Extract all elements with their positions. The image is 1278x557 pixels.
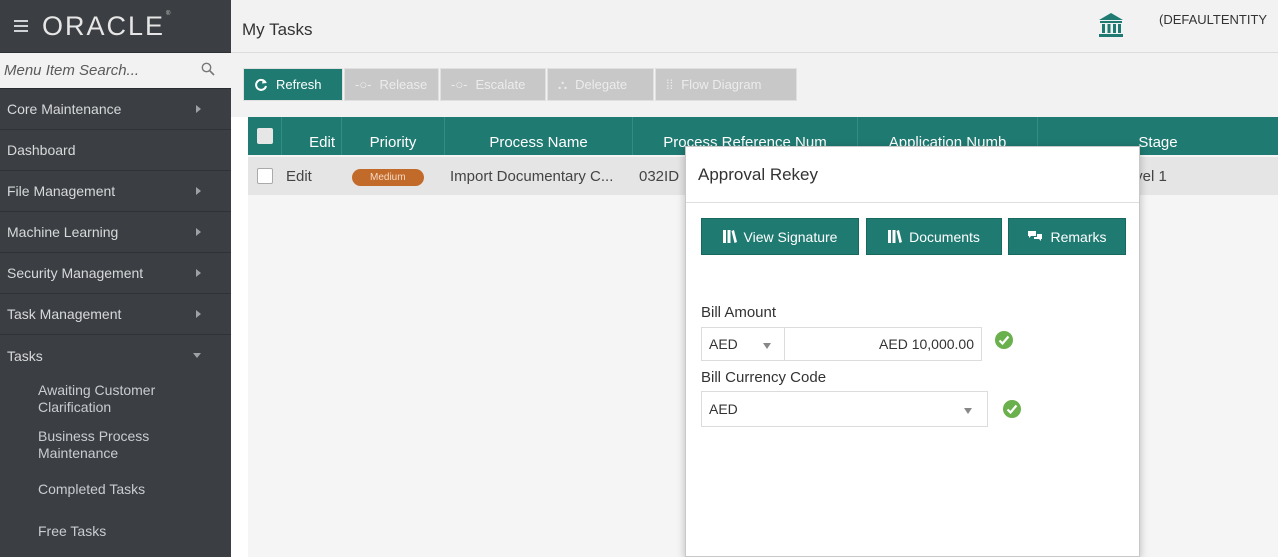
search-icon[interactable] [201, 62, 215, 76]
sidebar-subitem-business-process-maintenance[interactable]: Business Process Maintenance [0, 422, 190, 468]
sidebar-subitem-awaiting-customer-clarification[interactable]: Awaiting Customer Clarification [0, 376, 200, 422]
sidebar-item-file-management[interactable]: File Management [0, 171, 231, 212]
sidebar-item-dashboard[interactable]: Dashboard [0, 130, 231, 171]
toolbar: Refresh -○- Release -○- Escalate ⛬ Deleg… [231, 53, 1278, 117]
sidebar-item-label: Machine Learning [7, 224, 119, 240]
remarks-button[interactable]: Remarks [1008, 218, 1126, 255]
oracle-logo: ORACLE® [42, 11, 172, 42]
sidebar-item-label: Dashboard [7, 142, 76, 158]
chevron-right-icon [196, 105, 201, 113]
chevron-right-icon [196, 310, 201, 318]
refresh-icon [255, 78, 267, 91]
delegate-label: Delegate [575, 77, 628, 92]
release-icon: -○- [355, 77, 372, 92]
flow-diagram-button[interactable]: ⁞⁞ Flow Diagram [655, 68, 797, 101]
sidebar-item-tasks[interactable]: Tasks [0, 335, 231, 376]
documents-label: Documents [909, 228, 980, 245]
menu-search-input[interactable] [4, 62, 174, 79]
refresh-button[interactable]: Refresh [243, 68, 343, 101]
delegate-button[interactable]: ⛬ Delegate [547, 68, 654, 101]
bill-currency-code-value: AED [709, 401, 738, 417]
escalate-icon: -○- [451, 77, 468, 92]
sidebar: ORACLE® Core Maintenance Dashboard File … [0, 0, 231, 557]
select-all-cell [248, 117, 282, 155]
sidebar-item-label: Core Maintenance [7, 101, 122, 117]
select-all-checkbox[interactable] [256, 128, 273, 144]
sidebar-item-label: Task Management [7, 306, 122, 322]
library-icon [722, 230, 737, 243]
bill-amount-label: Bill Amount [701, 304, 777, 321]
hamburger-menu-icon[interactable] [14, 20, 28, 32]
bill-currency-code-label: Bill Currency Code [701, 369, 827, 386]
row-priority-cell: Medium [342, 167, 445, 186]
library-icon [888, 230, 903, 243]
sidebar-item-label: Security Management [7, 265, 144, 281]
escalate-label: Escalate [475, 77, 526, 92]
row-checkbox[interactable] [257, 168, 273, 184]
check-circle-icon [1003, 400, 1021, 418]
delegate-icon: ⛬ [558, 76, 568, 92]
flow-diagram-label: Flow Diagram [681, 77, 762, 92]
row-edit-link[interactable]: Edit [282, 168, 342, 185]
chevron-down-icon [964, 408, 972, 414]
logo-trademark: ® [166, 10, 173, 17]
sidebar-item-task-management[interactable]: Task Management [0, 294, 231, 335]
chevron-right-icon [196, 269, 201, 277]
col-priority[interactable]: Priority [342, 117, 445, 155]
row-process-name: Import Documentary C... [450, 167, 614, 185]
sidebar-subitem-completed-tasks[interactable]: Completed Tasks [0, 468, 231, 510]
col-edit[interactable]: Edit [282, 117, 342, 155]
bill-amount-input[interactable]: AED 10,000.00 [784, 327, 982, 361]
bill-amount-currency-value: AED [709, 336, 738, 352]
bill-amount-currency-select[interactable]: AED [701, 327, 785, 361]
escalate-button[interactable]: -○- Escalate [440, 68, 546, 101]
approval-rekey-dialog: Approval Rekey View Signature Documents … [685, 146, 1140, 557]
view-signature-label: View Signature [743, 228, 838, 245]
logo-text: ORACLE [42, 10, 166, 41]
refresh-label: Refresh [276, 77, 322, 92]
view-signature-button[interactable]: View Signature [701, 218, 859, 255]
remarks-label: Remarks [1050, 228, 1107, 245]
check-circle-icon [995, 331, 1013, 349]
sidebar-item-security-management[interactable]: Security Management [0, 253, 231, 294]
bill-currency-code-select[interactable]: AED [701, 391, 988, 427]
chevron-right-icon [196, 228, 201, 236]
bank-icon[interactable] [1098, 12, 1124, 38]
bill-amount-value: AED 10,000.00 [879, 336, 974, 352]
top-header: My Tasks (DEFAULTENTITY [231, 0, 1278, 53]
menu-search [0, 53, 231, 89]
logo-bar: ORACLE® [0, 0, 231, 53]
entity-label[interactable]: (DEFAULTENTITY [1159, 12, 1267, 27]
comments-icon [1028, 231, 1043, 241]
flow-diagram-icon: ⁞⁞ [666, 77, 674, 92]
chevron-down-icon [193, 353, 201, 358]
sidebar-item-label: Tasks [7, 347, 43, 364]
sidebar-item-machine-learning[interactable]: Machine Learning [0, 212, 231, 253]
page-title: My Tasks [242, 20, 313, 39]
release-button[interactable]: -○- Release [344, 68, 439, 101]
documents-button[interactable]: Documents [866, 218, 1002, 255]
row-select-cell [248, 168, 282, 184]
chevron-down-icon [763, 343, 771, 349]
col-process-name[interactable]: Process Name [445, 117, 633, 155]
sidebar-subitem-free-tasks[interactable]: Free Tasks [0, 510, 231, 552]
sidebar-item-core-maintenance[interactable]: Core Maintenance [0, 89, 231, 130]
release-label: Release [379, 77, 428, 92]
dialog-title: Approval Rekey [686, 147, 1139, 203]
priority-badge: Medium [352, 168, 424, 186]
chevron-right-icon [196, 187, 201, 195]
sidebar-item-label: File Management [7, 183, 116, 199]
